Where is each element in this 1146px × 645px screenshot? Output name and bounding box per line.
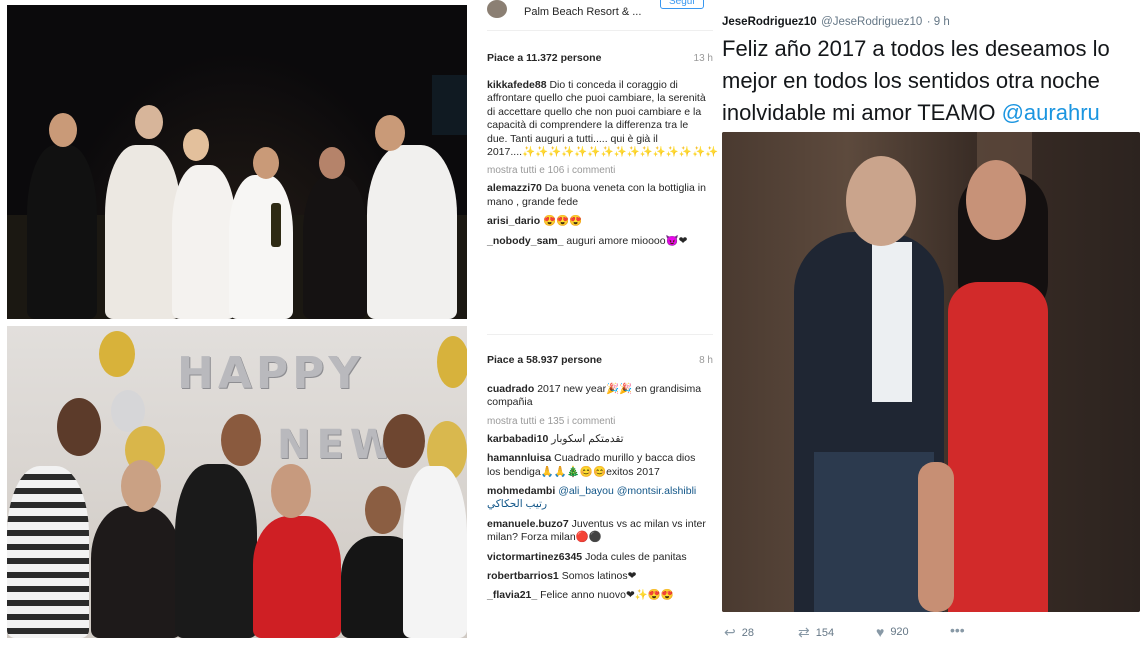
- more-dots-icon: •••: [950, 622, 965, 638]
- comment-user[interactable]: karbabadi10: [487, 433, 548, 445]
- jeans: [814, 452, 934, 612]
- divider: [487, 334, 713, 335]
- red-dress: [948, 282, 1048, 612]
- comment-item: karbabadi10 تقدمتكم اسكوبار: [487, 433, 707, 446]
- person-6: [403, 466, 467, 638]
- comment-item: arisi_dario 😍😍😍: [487, 215, 707, 228]
- heart-icon: ♥: [876, 624, 885, 640]
- show-all-comments-link[interactable]: mostra tutti e 135 i commenti: [487, 416, 707, 427]
- comment-user[interactable]: cuadrado: [487, 383, 534, 395]
- new-balloon-letters: N E W: [277, 422, 394, 468]
- comment-item: _flavia21_ Felice anno nuovo❤✨😍😍: [487, 589, 707, 602]
- reply-count: 28: [741, 626, 754, 639]
- comment-user[interactable]: _flavia21_: [487, 589, 537, 601]
- person-2: [91, 506, 181, 638]
- comment-user[interactable]: victormartinez6345: [487, 551, 582, 563]
- comment-user[interactable]: arisi_dario: [487, 215, 540, 227]
- comments-list: cuadrado 2017 new year🎉🎉 en grandisima c…: [487, 383, 707, 609]
- avatar[interactable]: [487, 0, 507, 18]
- comment-item: _nobody_sam_ auguri amore mioooo😈❤: [487, 235, 707, 248]
- man-head: [846, 156, 916, 246]
- comment-text: Felice anno nuovo❤✨😍😍: [540, 589, 674, 602]
- person-red-dress: [253, 516, 341, 638]
- comment-user[interactable]: mohmedambi: [487, 485, 555, 497]
- person-3: [175, 464, 257, 638]
- comment-text: auguri amore mioooo😈❤: [566, 234, 688, 247]
- person-2: [105, 145, 181, 319]
- gold-balloon: [437, 336, 467, 388]
- comment-item: alemazzi70 Da buona veneta con la bottig…: [487, 182, 707, 209]
- new-year-group-photo: H A P P Y N E W: [7, 326, 467, 638]
- resort-light: [432, 75, 467, 135]
- retweet-count: 154: [815, 626, 835, 639]
- tweet-card: JeseRodriguez10 @JeseRodriguez10 · 9 h F…: [718, 0, 1146, 645]
- gold-balloon: [99, 331, 135, 377]
- person-5: [303, 175, 367, 319]
- divider: [487, 30, 713, 31]
- comment-user[interactable]: emanuele.buzo7: [487, 518, 569, 530]
- beach-group-photo: [7, 5, 467, 319]
- comment-item: mohmedambi @ali_bayou @montsir.alshibli …: [487, 485, 707, 512]
- comment-item: kikkafede88 Dio ti conceda il coraggio d…: [487, 79, 731, 159]
- woman-head: [966, 160, 1026, 240]
- follow-button[interactable]: Segui: [660, 0, 704, 9]
- retweet-icon: ⇄: [798, 624, 810, 640]
- reply-icon: ↩: [724, 624, 736, 640]
- more-button[interactable]: •••: [950, 622, 965, 638]
- comment-item: hamannluisa Cuadrado murillo y bacca dio…: [487, 452, 707, 479]
- comment-item: cuadrado 2017 new year🎉🎉 en grandisima c…: [487, 383, 707, 410]
- reply-button[interactable]: ↩ 28: [724, 624, 754, 641]
- person-3: [172, 165, 236, 319]
- tweet-author-name[interactable]: JeseRodriguez10: [722, 16, 817, 28]
- person-1: [27, 145, 97, 319]
- post-time: 13 h: [693, 53, 713, 64]
- tweet-mention-link[interactable]: @aurahru: [1002, 100, 1100, 125]
- tweet-time[interactable]: · 9 h: [927, 16, 950, 28]
- comment-user[interactable]: hamannluisa: [487, 452, 551, 464]
- comment-text: Somos latinos❤: [561, 570, 637, 583]
- comment-text: Joda cules de panitas: [585, 550, 687, 563]
- person-4: [229, 175, 293, 319]
- tweet-line: inolvidable mi amor TEAMO @aurahru: [722, 97, 1110, 129]
- tweet-header: JeseRodriguez10 @JeseRodriguez10 · 9 h: [722, 12, 950, 30]
- happy-balloon-letters: H A P P Y: [177, 348, 361, 399]
- retweet-button[interactable]: ⇄ 154: [798, 624, 834, 641]
- comment-user[interactable]: _nobody_sam_: [487, 235, 563, 247]
- comment-item: robertbarrios1 Somos latinos❤: [487, 570, 707, 583]
- tweet-author-handle[interactable]: @JeseRodriguez10: [821, 16, 922, 28]
- comment-text: 😍😍😍: [543, 215, 583, 228]
- comment-user[interactable]: robertbarrios1: [487, 570, 559, 582]
- likes-count[interactable]: Piace a 11.372 persone: [487, 52, 601, 64]
- post-time: 8 h: [699, 355, 713, 366]
- comment-user[interactable]: alemazzi70: [487, 182, 542, 194]
- instagram-post-bottom: Piace a 58.937 persone 8 h cuadrado 2017…: [477, 326, 715, 645]
- champagne-bottle: [271, 203, 281, 247]
- likes-count[interactable]: Piace a 58.937 persone: [487, 354, 602, 366]
- comment-item: victormartinez6345 Joda cules de panitas: [487, 551, 707, 564]
- like-count: 920: [890, 626, 909, 638]
- tweet-line-text: inolvidable mi amor TEAMO: [722, 100, 996, 125]
- post-location[interactable]: Palm Beach Resort & ...: [524, 6, 641, 18]
- tweet-photo[interactable]: [722, 132, 1140, 612]
- comment-user[interactable]: kikkafede88: [487, 79, 547, 91]
- comments-list: kikkafede88 Dio ti conceda il coraggio d…: [487, 79, 731, 254]
- white-shirt: [872, 242, 912, 402]
- woman-leg: [918, 462, 954, 612]
- person-6: [367, 145, 457, 319]
- instagram-post-top: Palm Beach Resort & ... Segui Piace a 11…: [477, 0, 731, 322]
- show-all-comments-link[interactable]: mostra tutti e 106 i commenti: [487, 165, 707, 176]
- like-button[interactable]: ♥ 920: [876, 624, 909, 640]
- tweet-text: Feliz año 2017 a todos les deseamos lo m…: [722, 33, 1110, 129]
- comment-text: تقدمتكم اسكوبار: [551, 432, 624, 445]
- tweet-line: mejor en todos los sentidos otra noche: [722, 68, 1100, 93]
- comment-item: emanuele.buzo7 Juventus vs ac milan vs i…: [487, 518, 707, 545]
- tweet-line: Feliz año 2017 a todos les deseamos lo: [722, 36, 1110, 61]
- person-striped-cardigan: [7, 466, 89, 638]
